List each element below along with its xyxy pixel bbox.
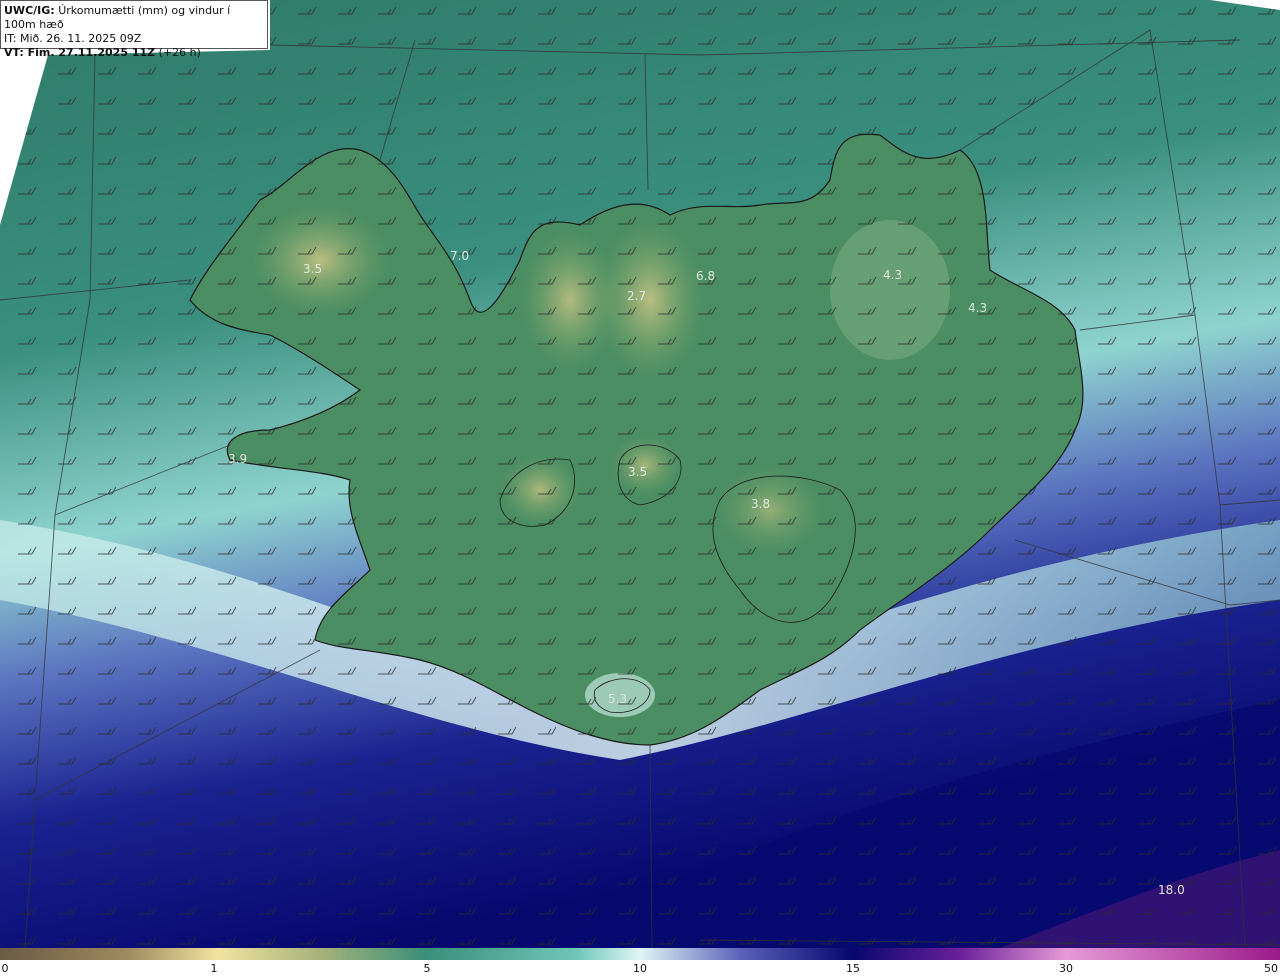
colorbar-tick: 15 bbox=[846, 962, 860, 975]
valid-time-line: VT: Fim. 27.11.2025 11Z (+26 h) bbox=[4, 46, 264, 60]
colorbar-tick: 10 bbox=[633, 962, 647, 975]
point-value: 4.3 bbox=[883, 268, 902, 282]
point-value: 4.3 bbox=[968, 301, 987, 315]
point-value: 6.8 bbox=[696, 269, 715, 283]
point-value: 3.5 bbox=[303, 262, 322, 276]
model-label: UWC/IG: bbox=[4, 4, 55, 17]
map-title-box: UWC/IG: Úrkomumætti (mm) og vindur í 100… bbox=[0, 0, 268, 59]
init-time: IT: Mið. 26. 11. 2025 09Z bbox=[4, 32, 142, 45]
colorbar bbox=[0, 948, 1280, 960]
colorbar-tick: 0 bbox=[1, 962, 9, 975]
colorbar-labels: 0 1 5 10 15 30 50 bbox=[0, 962, 1280, 978]
point-value: 5.3 bbox=[608, 692, 627, 706]
point-value: 2.7 bbox=[627, 289, 646, 303]
point-value: 18.0 bbox=[1158, 883, 1185, 897]
colorbar-tick: 30 bbox=[1059, 962, 1073, 975]
point-value: 7.0 bbox=[450, 249, 469, 263]
point-value: 3.5 bbox=[628, 465, 647, 479]
valid-time: VT: Fim. 27.11.2025 11Z bbox=[4, 46, 156, 59]
colorbar-tick: 5 bbox=[423, 962, 431, 975]
point-value: 3.9 bbox=[228, 452, 247, 466]
colorbar-tick: 50 bbox=[1264, 962, 1278, 975]
point-value: 3.8 bbox=[751, 497, 770, 511]
colorbar-tick: 1 bbox=[210, 962, 218, 975]
valid-offset: (+26 h) bbox=[158, 46, 201, 59]
forecast-map: 3.5 7.0 6.8 2.7 4.3 4.3 3.9 3.5 3.8 5.3 … bbox=[0, 0, 1280, 948]
title-line: UWC/IG: Úrkomumætti (mm) og vindur í 100… bbox=[4, 4, 264, 32]
